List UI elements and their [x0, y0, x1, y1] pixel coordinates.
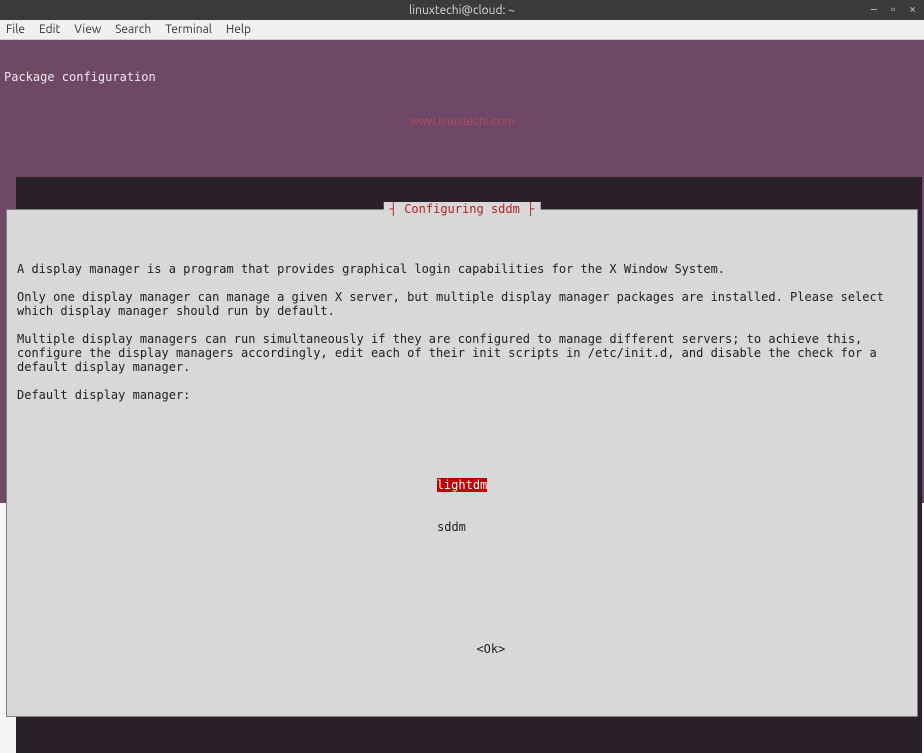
menu-view[interactable]: View — [74, 23, 101, 36]
ok-button-row: <Ok> — [17, 628, 907, 670]
dialog-body: A display manager is a program that prov… — [17, 262, 907, 402]
menu-edit[interactable]: Edit — [39, 23, 60, 36]
watermark-text: www.linuxtechi.com — [410, 114, 515, 128]
window-title: linuxtechi@cloud: ~ — [409, 4, 515, 17]
option-lightdm[interactable]: lightdm — [437, 478, 488, 492]
package-config-label: Package configuration — [4, 70, 920, 84]
dialog-para1: A display manager is a program that prov… — [17, 262, 725, 276]
menu-search[interactable]: Search — [115, 23, 151, 36]
close-icon[interactable]: × — [909, 4, 916, 16]
maximize-icon[interactable]: ▫ — [891, 4, 895, 16]
dialog-prompt: Default display manager: — [17, 388, 190, 402]
dialog-para2: Only one display manager can manage a gi… — [17, 290, 891, 318]
terminal-area[interactable]: Package configuration www.linuxtechi.com… — [0, 40, 924, 503]
menu-terminal[interactable]: Terminal — [165, 23, 212, 36]
option-sddm[interactable]: sddm — [437, 520, 487, 534]
window-titlebar: linuxtechi@cloud: ~ – ▫ × — [0, 0, 924, 20]
dialog-container: ┤ Configuring sddm ├ A display manager i… — [6, 167, 918, 745]
dialog-para3: Multiple display managers can run simult… — [17, 332, 884, 374]
menubar: File Edit View Search Terminal Help — [0, 20, 924, 40]
minimize-icon[interactable]: – — [871, 4, 877, 16]
config-dialog: ┤ Configuring sddm ├ A display manager i… — [6, 209, 918, 717]
dialog-options: lightdm sddm — [17, 450, 907, 562]
window-controls: – ▫ × — [871, 4, 916, 16]
ok-button[interactable]: <Ok> — [476, 642, 505, 656]
dialog-title: ┤ Configuring sddm ├ — [384, 202, 541, 216]
menu-file[interactable]: File — [6, 23, 25, 36]
menu-help[interactable]: Help — [226, 23, 251, 36]
